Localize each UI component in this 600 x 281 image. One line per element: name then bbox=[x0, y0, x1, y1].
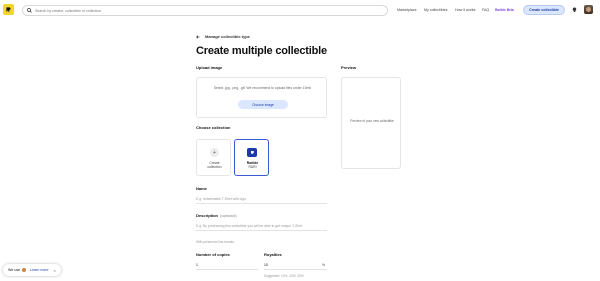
upload-heading: Upload image bbox=[196, 65, 223, 70]
back-label: Manage collectible type bbox=[205, 34, 250, 39]
search-bar[interactable] bbox=[22, 5, 388, 16]
optional-tag: (optional) bbox=[220, 213, 237, 218]
nav-how-it-works[interactable]: How it works bbox=[455, 8, 475, 12]
rarible-logo[interactable] bbox=[3, 4, 14, 15]
create-collection-label: Create collection bbox=[207, 161, 222, 169]
cookie-icon bbox=[22, 268, 27, 272]
nav-my-collectibles[interactable]: My collectibles bbox=[424, 8, 447, 12]
bulb-icon[interactable] bbox=[571, 6, 578, 14]
learn-more-link[interactable]: Learn more bbox=[30, 268, 48, 272]
create-collection-card[interactable]: + Create collection bbox=[196, 139, 231, 176]
preview-card: Preview of your new collectible bbox=[341, 77, 401, 169]
nav-faq[interactable]: FAQ bbox=[482, 8, 489, 12]
copies-input[interactable] bbox=[196, 261, 258, 270]
search-input[interactable] bbox=[35, 8, 375, 13]
plus-icon: + bbox=[210, 148, 219, 157]
nav-rarible-beta[interactable]: Rarible Beta bbox=[495, 8, 514, 12]
description-label: Description (optional) bbox=[196, 213, 237, 218]
rarible-collection-icon bbox=[247, 148, 257, 157]
choose-image-button[interactable]: Choose image bbox=[238, 100, 288, 109]
preview-text: Preview of your new collectible bbox=[350, 119, 394, 123]
royalties-suggestion: Suggested: 10%, 20%, 30% bbox=[264, 274, 304, 278]
top-bar: Marketplace My collectibles How it works… bbox=[0, 0, 600, 21]
logo-icon bbox=[6, 7, 11, 12]
cookie-text: We use bbox=[8, 268, 21, 272]
upload-dropzone[interactable]: Select .jpg, .png, .gif. We recommend to… bbox=[196, 77, 327, 118]
arrow-left-icon bbox=[196, 34, 200, 39]
description-input[interactable] bbox=[196, 222, 327, 231]
copies-label: Number of copies bbox=[196, 252, 230, 257]
name-input[interactable] bbox=[196, 195, 327, 204]
upload-hint: Select .jpg, .png, .gif. We recommend to… bbox=[213, 86, 312, 90]
choose-collection-heading: Choose collection bbox=[196, 125, 231, 130]
rarible-collection-label: Rarible RARI bbox=[246, 161, 259, 169]
description-note: With preserved line-breaks bbox=[196, 240, 234, 244]
royalties-unit: % bbox=[322, 263, 326, 267]
cookie-banner: We use Learn more × bbox=[3, 264, 61, 276]
back-link[interactable]: Manage collectible type bbox=[196, 34, 250, 39]
user-avatar[interactable] bbox=[584, 5, 593, 14]
close-icon[interactable]: × bbox=[54, 268, 56, 273]
search-icon bbox=[27, 8, 32, 13]
nav-marketplace[interactable]: Marketplace bbox=[397, 8, 417, 12]
rarible-collection-card[interactable]: Rarible RARI bbox=[234, 139, 269, 176]
name-label: Name bbox=[196, 186, 207, 191]
royalties-input[interactable] bbox=[264, 261, 327, 270]
create-collectible-button[interactable]: Create collectible bbox=[523, 5, 565, 15]
preview-heading: Preview bbox=[341, 65, 357, 70]
royalties-label: Royalties bbox=[264, 252, 282, 257]
page-title: Create multiple collectible bbox=[196, 45, 327, 57]
